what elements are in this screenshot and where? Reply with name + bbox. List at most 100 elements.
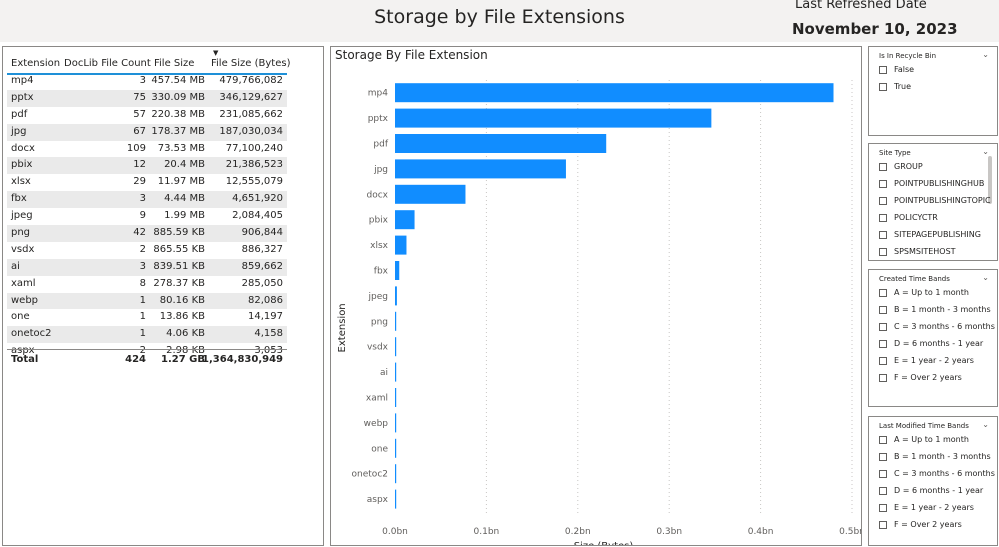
bar-one[interactable]: [395, 438, 397, 458]
checkbox[interactable]: [879, 196, 887, 205]
column-header-extension[interactable]: Extension: [11, 58, 60, 69]
table-row[interactable]: jpg 67 178.37 MB 187,030,034: [7, 123, 287, 141]
slicer-site-type[interactable]: Site Type ⌄ GROUP POINTPUBLISHINGHUB POINTPU…: [868, 143, 998, 261]
checkbox[interactable]: [879, 469, 887, 478]
slicer-last-modified-time-bands[interactable]: Last Modified Time Bands ⌄ A = Up to 1 mon…: [868, 416, 998, 546]
checkbox[interactable]: [879, 230, 887, 239]
bar-pbix[interactable]: [395, 210, 415, 230]
table-row[interactable]: png 42 885.59 KB 906,844: [7, 225, 287, 242]
slicer-option[interactable]: A = Up to 1 month: [879, 435, 969, 444]
checkbox[interactable]: [879, 179, 887, 188]
checkbox[interactable]: [879, 435, 887, 444]
slicer-option[interactable]: True: [879, 82, 911, 91]
checkbox[interactable]: [879, 452, 887, 461]
bar-pdf[interactable]: [395, 134, 607, 153]
checkbox[interactable]: [879, 339, 887, 348]
table-row[interactable]: pbix 12 20.4 MB 21,386,523: [7, 157, 287, 175]
checkbox[interactable]: [879, 520, 887, 529]
table-row[interactable]: pptx 75 330.09 MB 346,129,627: [7, 89, 287, 107]
table-row[interactable]: jpeg 9 1.99 MB 2,084,405: [7, 208, 287, 225]
storage-bar-chart[interactable]: Storage By File Extension 0.0bn 0.1bn 0.2b…: [330, 46, 862, 546]
cell-file-size: 4.06 KB: [166, 328, 205, 340]
slicer-option[interactable]: C = 3 months - 6 months: [879, 469, 995, 478]
slicer-option[interactable]: C = 3 months - 6 months: [879, 322, 995, 331]
bar-onetoc2[interactable]: [395, 464, 397, 484]
slicer-option-label: B = 1 month - 3 months: [894, 305, 991, 314]
checkbox[interactable]: [879, 162, 887, 171]
slicer-option[interactable]: E = 1 year - 2 years: [879, 503, 974, 512]
slicer-option[interactable]: E = 1 year - 2 years: [879, 356, 974, 365]
checkbox[interactable]: [879, 65, 887, 74]
bar-fbx[interactable]: [395, 261, 400, 280]
table-row[interactable]: xaml 8 278.37 KB 285,050: [7, 276, 287, 293]
bar-mp4[interactable]: [395, 83, 834, 103]
slicer-option[interactable]: B = 1 month - 3 months: [879, 452, 991, 461]
bar-xaml[interactable]: [395, 388, 397, 407]
cell-file-count: 109: [126, 142, 146, 154]
column-header-file-size[interactable]: File Size: [154, 58, 194, 69]
cell-extension: png: [11, 227, 31, 239]
table-row[interactable]: webp 1 80.16 KB 82,086: [7, 292, 287, 310]
bar-ai[interactable]: [395, 362, 397, 382]
slicer-option[interactable]: POLICYCTR: [879, 213, 938, 222]
column-header-file-size-bytes[interactable]: File Size (Bytes): [211, 58, 290, 69]
chevron-down-icon[interactable]: ⌄: [982, 147, 989, 156]
bar-jpg[interactable]: [395, 159, 566, 179]
total-count: 424: [125, 354, 146, 365]
checkbox[interactable]: [879, 356, 887, 365]
bar-jpeg[interactable]: [395, 286, 397, 306]
slicer-option[interactable]: GROUP: [879, 162, 923, 171]
bar-vsdx[interactable]: [395, 337, 397, 357]
checkbox[interactable]: [879, 322, 887, 331]
slicer-title: Is In Recycle Bin: [879, 52, 937, 60]
table-row[interactable]: one 1 13.86 KB 14,197: [7, 309, 287, 326]
y-tick-label: one: [371, 444, 388, 454]
cell-file-count: 3: [139, 193, 146, 205]
table-row[interactable]: fbx 3 4.44 MB 4,651,920: [7, 191, 287, 209]
table-row[interactable]: mp4 3 457.54 MB 479,766,082: [7, 73, 287, 90]
table-row[interactable]: onetoc2 1 4.06 KB 4,158: [7, 326, 287, 344]
table-row[interactable]: pdf 57 220.38 MB 231,085,662: [7, 107, 287, 124]
checkbox[interactable]: [879, 288, 887, 297]
cell-file-count: 57: [133, 108, 146, 120]
chevron-down-icon[interactable]: ⌄: [982, 273, 989, 282]
slicer-option[interactable]: D = 6 months - 1 year: [879, 339, 983, 348]
table-row[interactable]: vsdx 2 865.55 KB 886,327: [7, 242, 287, 259]
chevron-down-icon[interactable]: ⌄: [982, 50, 989, 59]
slicer-option[interactable]: F = Over 2 years: [879, 373, 962, 382]
column-header-file-count[interactable]: DocLib File Count: [64, 58, 151, 69]
table-total-row: Total 424 1.27 GB 1,364,830,949: [7, 349, 287, 369]
bar-png[interactable]: [395, 311, 397, 331]
bar-webp[interactable]: [395, 413, 397, 433]
checkbox[interactable]: [879, 305, 887, 314]
slicer-option[interactable]: POINTPUBLISHINGTOPIC: [879, 196, 991, 205]
slicer-option[interactable]: POINTPUBLISHINGHUB: [879, 179, 984, 188]
bar-xlsx[interactable]: [395, 235, 407, 255]
extension-table[interactable]: Extension DocLib File Count File Size ▼ …: [2, 46, 324, 546]
slicer-option[interactable]: A = Up to 1 month: [879, 288, 969, 297]
checkbox[interactable]: [879, 82, 887, 91]
slicer-option[interactable]: B = 1 month - 3 months: [879, 305, 991, 314]
checkbox[interactable]: [879, 486, 887, 495]
slicer-option[interactable]: D = 6 months - 1 year: [879, 486, 983, 495]
bar-aspx[interactable]: [395, 489, 397, 509]
x-tick-label: 0.4bn: [748, 527, 774, 537]
slicer-option[interactable]: F = Over 2 years: [879, 520, 962, 529]
table-row[interactable]: xlsx 29 11.97 MB 12,555,079: [7, 174, 287, 191]
slicer-created-time-bands[interactable]: Created Time Bands ⌄ A = Up to 1 month B = …: [868, 269, 998, 407]
cell-file-count: 1: [139, 294, 146, 306]
bar-docx[interactable]: [395, 184, 466, 204]
bar-pptx[interactable]: [395, 108, 712, 128]
checkbox[interactable]: [879, 503, 887, 512]
cell-file-count: 75: [133, 91, 146, 103]
checkbox[interactable]: [879, 247, 887, 256]
table-row[interactable]: ai 3 839.51 KB 859,662: [7, 258, 287, 276]
slicer-option[interactable]: SITEPAGEPUBLISHING: [879, 230, 981, 239]
slicer-option[interactable]: False: [879, 65, 914, 74]
slicer-option[interactable]: SPSMSITEHOST: [879, 247, 956, 256]
checkbox[interactable]: [879, 373, 887, 382]
table-row[interactable]: docx 109 73.53 MB 77,100,240: [7, 141, 287, 158]
slicer-recycle-bin[interactable]: Is In Recycle Bin ⌄ False True: [868, 46, 998, 136]
chevron-down-icon[interactable]: ⌄: [982, 420, 989, 429]
checkbox[interactable]: [879, 213, 887, 222]
